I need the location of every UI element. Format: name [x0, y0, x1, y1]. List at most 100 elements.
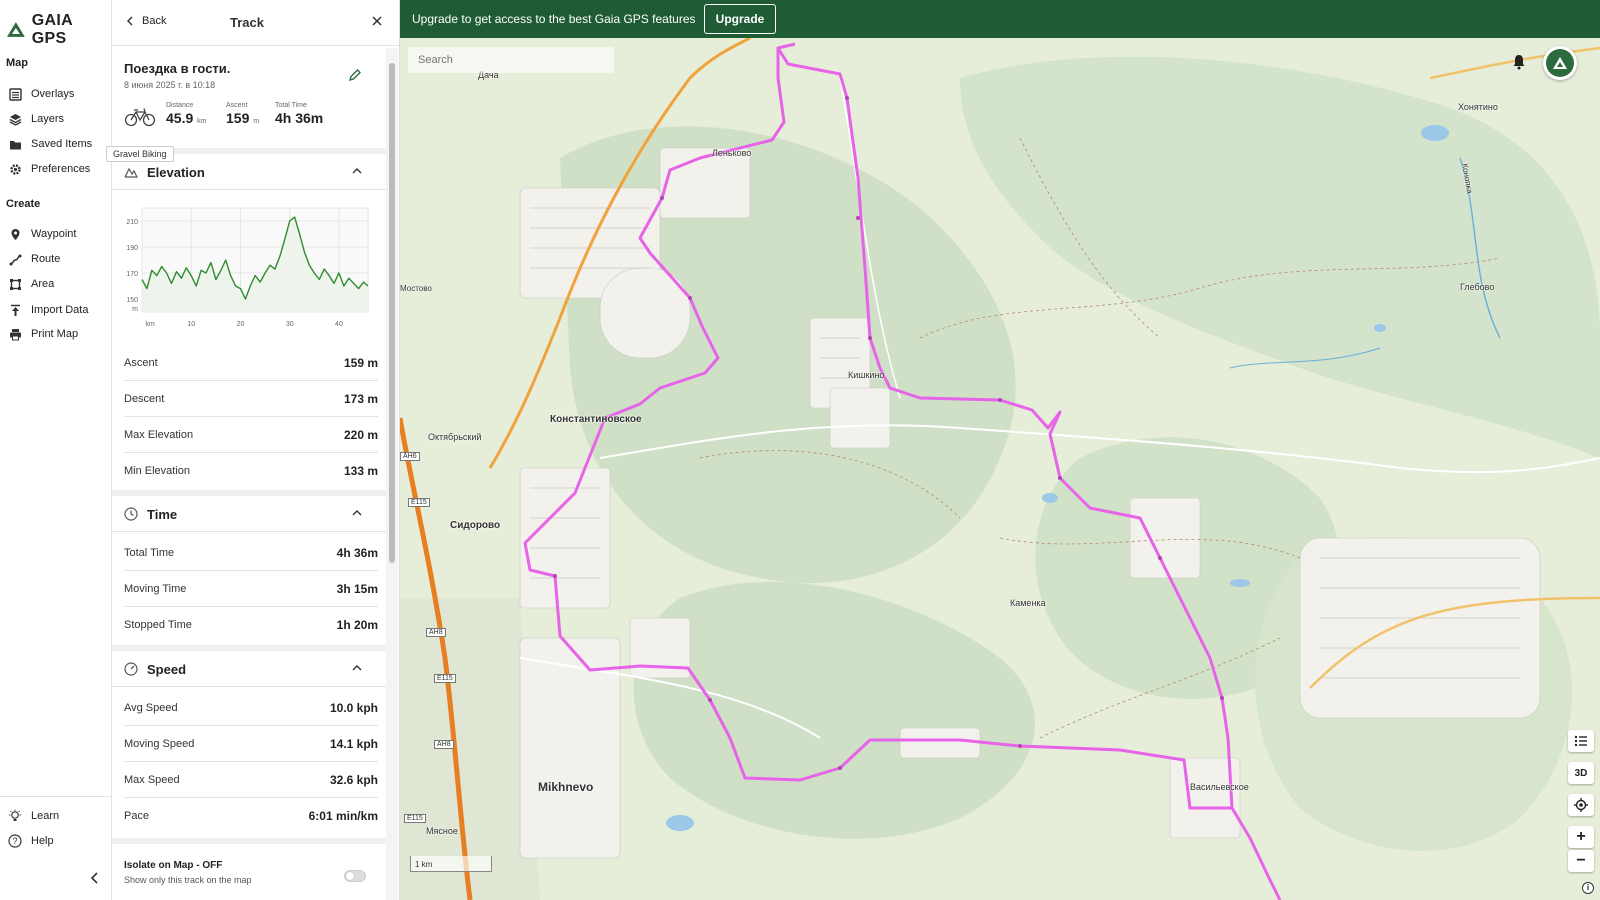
- speed-row: Pace 6:01 min/km: [124, 798, 378, 834]
- speed-section-header[interactable]: Speed: [112, 651, 388, 687]
- isolate-subtitle: Show only this track on the map: [124, 875, 252, 885]
- row-value: 1h 20m: [336, 618, 378, 632]
- elevation-row: Min Elevation 133 m: [124, 453, 378, 489]
- info-icon[interactable]: i: [1582, 882, 1594, 894]
- place-label: Мясное: [426, 826, 458, 836]
- edit-track-button[interactable]: [348, 68, 362, 87]
- activity-type-button[interactable]: [124, 107, 156, 132]
- nav-item-preferences[interactable]: Preferences: [8, 160, 90, 178]
- chevron-up-icon: [352, 510, 362, 516]
- row-value: 173 m: [343, 391, 378, 406]
- nav-item-area[interactable]: Area: [8, 275, 54, 293]
- chart-x-tick-label: 30: [286, 321, 294, 328]
- toggle-knob: [346, 872, 354, 880]
- folder-icon: [8, 137, 22, 151]
- chevron-left-icon: [90, 872, 98, 884]
- road-badge: AH8: [434, 740, 454, 749]
- scrollbar-thumb[interactable]: [389, 63, 395, 563]
- chart-y-tick-label: m: [132, 306, 138, 313]
- nav-item-overlays[interactable]: Overlays: [8, 85, 74, 103]
- 3d-toggle-button[interactable]: 3D: [1568, 762, 1594, 784]
- chart-y-tick-label: 170: [126, 271, 138, 278]
- chevron-up-icon: [352, 168, 362, 174]
- help-icon: ?: [8, 834, 22, 848]
- nav-item-label: Layers: [31, 113, 65, 125]
- row-label: Descent: [124, 392, 165, 405]
- nav-item-learn[interactable]: Learn: [8, 807, 59, 825]
- panel-scrollbar[interactable]: [386, 48, 398, 900]
- place-label: Mikhnevo: [538, 780, 594, 794]
- nav-divider: [0, 796, 112, 797]
- road-badge: E115: [434, 674, 456, 683]
- nav-item-saved-items[interactable]: Saved Items: [8, 135, 92, 153]
- chart-y-tick-label: 150: [126, 297, 138, 304]
- account-button[interactable]: [1543, 46, 1577, 80]
- nav-heading-map: Map: [6, 57, 28, 69]
- track-date: 8 июня 2025 г. в 10:18: [124, 80, 216, 90]
- place-label: Леньково: [712, 148, 752, 158]
- pencil-icon: [348, 69, 361, 82]
- map-graphics: [400, 38, 1600, 900]
- stat-label: Distance: [166, 102, 194, 109]
- map-list-button[interactable]: [1568, 730, 1594, 752]
- row-value: 32.6 kph: [329, 772, 378, 787]
- place-label: Мостово: [400, 284, 432, 293]
- upgrade-button[interactable]: Upgrade: [704, 4, 776, 34]
- stat-total-time: Total Time 4h 36m: [275, 102, 323, 126]
- row-label: Min Elevation: [124, 465, 191, 477]
- map-canvas[interactable]: AH6 E115 AH8 E115 AH8 E115 Леньково Кишк…: [400, 38, 1600, 900]
- row-label: Moving Time: [124, 582, 187, 595]
- gaia-logo-icon: [6, 22, 25, 37]
- time-row: Stopped Time 1h 20m: [124, 607, 378, 643]
- speedometer-icon: [124, 662, 138, 676]
- distance-value: 45.9: [166, 110, 194, 126]
- collapse-sidebar-button[interactable]: [88, 871, 102, 890]
- nav-item-label: Print Map: [31, 328, 79, 340]
- stat-value: 159 m: [226, 110, 259, 126]
- track-name: Поездка в гости.: [124, 61, 231, 76]
- row-label: Stopped Time: [124, 619, 192, 631]
- row-label: Ascent: [124, 356, 158, 369]
- nav-item-label: Route: [31, 253, 61, 265]
- notifications-button[interactable]: [1512, 54, 1526, 75]
- overlays-icon: [8, 87, 22, 101]
- mountain-icon: [124, 167, 138, 178]
- bicycle-icon: [124, 108, 156, 127]
- elevation-row: Max Elevation 220 m: [124, 417, 378, 453]
- brand-logo[interactable]: GAIA GPS: [6, 12, 111, 48]
- ascent-value: 159: [226, 110, 250, 126]
- route-icon: [8, 252, 22, 266]
- close-button[interactable]: [371, 14, 383, 32]
- nav-item-route[interactable]: Route: [8, 250, 60, 268]
- section-title: Speed: [147, 662, 187, 677]
- elevation-chart: 210 190 170 150 m km 10 20 30 40: [126, 207, 369, 328]
- upgrade-banner: Upgrade to get access to the best Gaia G…: [400, 0, 1600, 38]
- nav-item-print-map[interactable]: Print Map: [8, 325, 78, 343]
- area-icon: [8, 277, 22, 291]
- row-value: 159 m: [343, 355, 378, 370]
- nav-item-import-data[interactable]: Import Data: [8, 301, 88, 319]
- gaia-account-icon: [1546, 49, 1574, 77]
- panel-title: Track: [230, 15, 264, 30]
- distance-unit: km: [197, 118, 207, 125]
- upload-icon: [8, 303, 22, 317]
- isolate-toggle[interactable]: [344, 870, 366, 882]
- stat-ascent: Ascent 159 m: [226, 102, 259, 126]
- row-label: Max Elevation: [124, 428, 194, 441]
- place-label: Константиновское: [550, 414, 642, 425]
- nav-item-layers[interactable]: Layers: [8, 110, 64, 128]
- row-value: 6:01 min/km: [308, 809, 378, 823]
- elevation-row: Ascent 159 m: [124, 345, 378, 381]
- zoom-in-button[interactable]: +: [1568, 826, 1594, 848]
- row-value: 3h 15m: [336, 581, 378, 596]
- nav-item-help[interactable]: ? Help: [8, 832, 54, 850]
- time-section-header[interactable]: Time: [112, 496, 388, 532]
- search-input[interactable]: [408, 47, 614, 73]
- road-badge: AH6: [400, 452, 420, 461]
- locate-button[interactable]: [1568, 794, 1594, 816]
- zoom-out-button[interactable]: −: [1568, 850, 1594, 872]
- nav-item-waypoint[interactable]: Waypoint: [8, 225, 76, 243]
- lightbulb-icon: [8, 809, 22, 823]
- place-label: Сидорово: [450, 520, 501, 531]
- ascent-unit: m: [253, 118, 260, 125]
